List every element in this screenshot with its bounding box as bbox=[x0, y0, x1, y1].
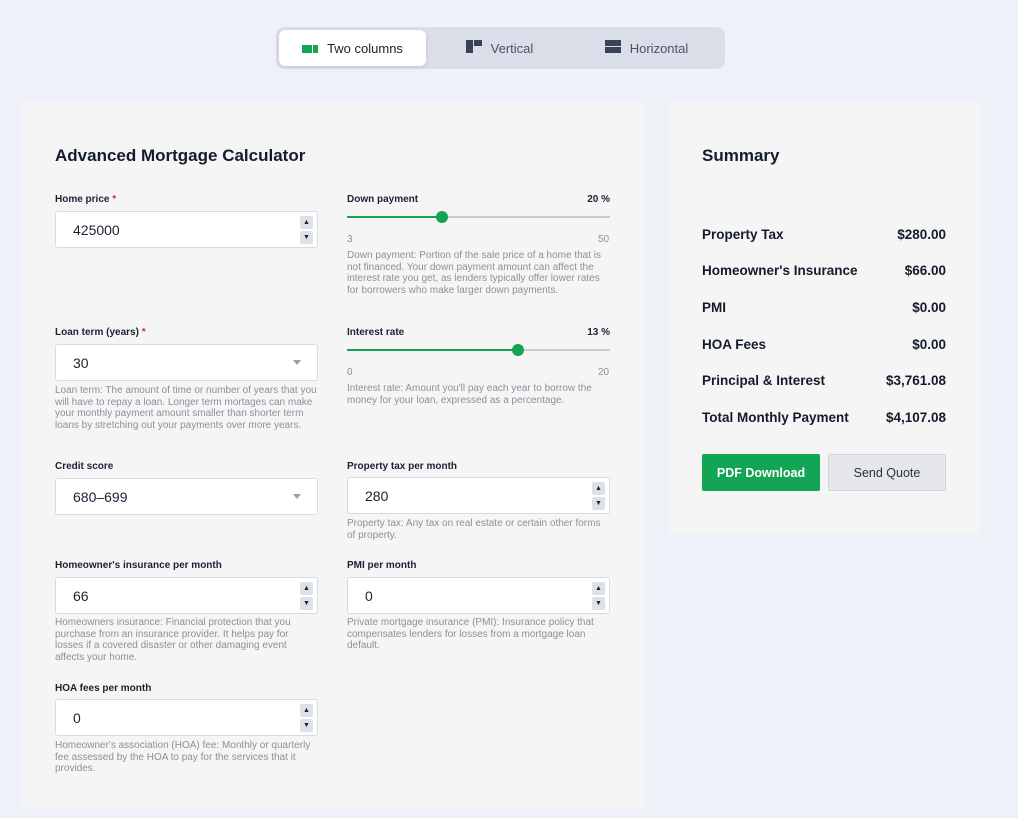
pmi-label: PMI per month bbox=[347, 560, 417, 571]
decrement-icon[interactable]: ▼ bbox=[592, 597, 605, 610]
send-quote-button[interactable]: Send Quote bbox=[828, 454, 946, 491]
home-price-value: 425000 bbox=[73, 221, 120, 238]
pmi-stepper[interactable]: ▲ ▼ bbox=[592, 582, 605, 610]
summary-row-pmi: PMI $0.00 bbox=[702, 300, 946, 315]
decrement-icon[interactable]: ▼ bbox=[592, 497, 605, 510]
chevron-down-icon bbox=[293, 360, 301, 365]
tab-horizontal-label: Horizontal bbox=[629, 40, 689, 56]
calculator-title: Advanced Mortgage Calculator bbox=[55, 146, 306, 165]
increment-icon[interactable]: ▲ bbox=[592, 582, 605, 595]
tab-two-columns-label: Two columns bbox=[327, 40, 403, 56]
summary-title: Summary bbox=[702, 146, 780, 165]
home-price-input[interactable]: 425000 ▲ ▼ bbox=[55, 211, 318, 248]
interest-rate-handle[interactable] bbox=[512, 344, 524, 356]
increment-icon[interactable]: ▲ bbox=[300, 704, 313, 717]
summary-row-homeowners-insurance: Homeowner's Insurance $66.00 bbox=[702, 263, 946, 278]
pdf-download-button[interactable]: PDF Download bbox=[702, 454, 820, 491]
down-payment-label: Down payment bbox=[347, 194, 419, 205]
loan-term-label: Loan term (years) * bbox=[55, 327, 146, 338]
down-payment-min: 3 bbox=[347, 234, 353, 245]
down-payment-max: 50 bbox=[598, 234, 610, 245]
summary-row-property-tax: Property Tax $280.00 bbox=[702, 227, 946, 242]
hoa-fees-value: 0 bbox=[73, 709, 81, 726]
decrement-icon[interactable]: ▼ bbox=[300, 719, 313, 732]
property-tax-help: Property tax: Any tax on real estate or … bbox=[347, 518, 601, 541]
decrement-icon[interactable]: ▼ bbox=[300, 231, 313, 244]
interest-rate-help: Interest rate: Amount you'll pay each ye… bbox=[347, 383, 592, 406]
homeowners-insurance-help: Homeowners insurance: Financial protecti… bbox=[55, 617, 291, 663]
layout-switcher: Two columns Vertical Horizontal bbox=[276, 27, 725, 69]
home-price-stepper[interactable]: ▲ ▼ bbox=[300, 216, 313, 244]
horizontal-layout-icon bbox=[604, 40, 621, 56]
pmi-input[interactable]: 0 ▲ ▼ bbox=[347, 577, 610, 614]
interest-rate-min: 0 bbox=[347, 367, 353, 378]
homeowners-insurance-value: 66 bbox=[73, 587, 89, 604]
down-payment-help: Down payment: Portion of the sale price … bbox=[347, 250, 602, 296]
summary-row-hoa-fees: HOA Fees $0.00 bbox=[702, 337, 946, 352]
tab-vertical-label: Vertical bbox=[490, 40, 534, 56]
increment-icon[interactable]: ▲ bbox=[300, 582, 313, 595]
two-columns-icon bbox=[302, 41, 319, 56]
pmi-help: Private mortgage insurance (PMI): Insura… bbox=[347, 617, 594, 651]
interest-rate-value: 13 % bbox=[587, 327, 610, 338]
tab-two-columns[interactable]: Two columns bbox=[279, 30, 426, 66]
property-tax-input[interactable]: 280 ▲ ▼ bbox=[347, 477, 610, 514]
interest-rate-max: 20 bbox=[598, 367, 610, 378]
summary-row-total-monthly: Total Monthly Payment $4,107.08 bbox=[702, 410, 946, 425]
home-price-label: Home price * bbox=[55, 194, 117, 205]
down-payment-value: 20 % bbox=[587, 194, 610, 205]
credit-score-select[interactable]: 680–699 bbox=[55, 478, 318, 515]
interest-rate-fill bbox=[347, 349, 518, 351]
loan-term-help: Loan term: The amount of time or number … bbox=[55, 385, 317, 431]
loan-term-select[interactable]: 30 bbox=[55, 344, 318, 381]
calculator-panel: Advanced Mortgage Calculator Home price … bbox=[21, 102, 644, 808]
homeowners-insurance-input[interactable]: 66 ▲ ▼ bbox=[55, 577, 318, 614]
down-payment-handle[interactable] bbox=[436, 211, 448, 223]
vertical-layout-icon bbox=[465, 40, 482, 56]
summary-row-principal-interest: Principal & Interest $3,761.08 bbox=[702, 373, 946, 388]
increment-icon[interactable]: ▲ bbox=[592, 482, 605, 495]
property-tax-value: 280 bbox=[365, 487, 389, 504]
interest-rate-label: Interest rate bbox=[347, 327, 405, 338]
interest-rate-slider[interactable] bbox=[347, 344, 610, 356]
property-tax-label: Property tax per month bbox=[347, 461, 458, 472]
credit-score-value: 680–699 bbox=[73, 488, 128, 505]
decrement-icon[interactable]: ▼ bbox=[300, 597, 313, 610]
loan-term-value: 30 bbox=[73, 354, 89, 371]
increment-icon[interactable]: ▲ bbox=[300, 216, 313, 229]
hoa-fees-label: HOA fees per month bbox=[55, 683, 152, 694]
summary-panel: Summary Property Tax $280.00 Homeowner's … bbox=[669, 102, 980, 533]
down-payment-fill bbox=[347, 216, 442, 218]
down-payment-slider[interactable] bbox=[347, 211, 610, 223]
credit-score-label: Credit score bbox=[55, 461, 114, 472]
pmi-value: 0 bbox=[365, 587, 373, 604]
tab-vertical[interactable]: Vertical bbox=[426, 30, 573, 66]
homeowners-insurance-label: Homeowner's insurance per month bbox=[55, 560, 222, 571]
chevron-down-icon bbox=[293, 494, 301, 499]
hoa-fees-stepper[interactable]: ▲ ▼ bbox=[300, 704, 313, 732]
homeowners-insurance-stepper[interactable]: ▲ ▼ bbox=[300, 582, 313, 610]
property-tax-stepper[interactable]: ▲ ▼ bbox=[592, 482, 605, 510]
hoa-fees-help: Homeowner's association (HOA) fee: Month… bbox=[55, 740, 311, 774]
hoa-fees-input[interactable]: 0 ▲ ▼ bbox=[55, 699, 318, 736]
tab-horizontal[interactable]: Horizontal bbox=[573, 30, 720, 66]
